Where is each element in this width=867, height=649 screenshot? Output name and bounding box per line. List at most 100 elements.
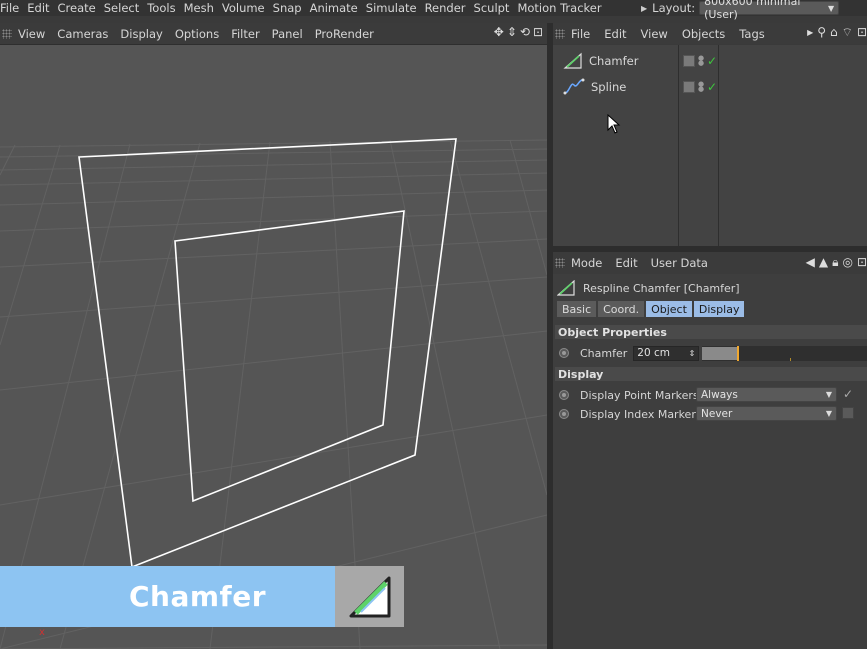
object-row-spline[interactable]: Spline — [563, 75, 626, 99]
index-markers-dropdown[interactable]: Never ▼ — [696, 406, 837, 421]
enabled-check-icon[interactable]: ✓ — [707, 80, 717, 94]
tab-coord[interactable]: Coord. — [598, 301, 645, 317]
animate-radio[interactable] — [559, 409, 569, 419]
vp-menu-filter[interactable]: Filter — [231, 27, 259, 41]
am-tabs: Basic Coord. Object Display — [557, 301, 745, 317]
chamfer-slider[interactable] — [702, 345, 867, 361]
vp-menu-display[interactable]: Display — [120, 27, 162, 41]
checkbox-box — [842, 407, 854, 419]
expand-arrow-icon[interactable]: ▶ — [807, 25, 813, 41]
index-markers-checkbox[interactable] — [842, 407, 854, 419]
menu-create[interactable]: Create — [58, 1, 104, 15]
banner-icon-box — [335, 566, 404, 627]
om-column-divider — [718, 45, 719, 246]
chevron-down-icon: ▼ — [825, 409, 832, 418]
menu-file[interactable]: File — [0, 1, 27, 15]
slider-handle[interactable] — [737, 345, 740, 361]
title-banner: Chamfer — [0, 566, 335, 627]
stepper-icon[interactable]: ⇕ — [689, 349, 696, 358]
viewport-3d[interactable] — [0, 45, 547, 649]
grip-icon[interactable] — [2, 28, 12, 39]
maximize-icon[interactable]: ⊡ — [533, 25, 543, 39]
am-object-title: Respline Chamfer [Chamfer] — [557, 278, 740, 298]
animate-radio[interactable] — [559, 390, 569, 400]
chamfer-icon — [563, 52, 582, 69]
dolly-icon[interactable]: ⇕ — [507, 25, 517, 39]
am-menu-mode[interactable]: Mode — [571, 256, 602, 270]
slider-fill — [702, 346, 738, 360]
lock-icon[interactable]: 🔒︎ — [832, 255, 838, 270]
menu-tools[interactable]: Tools — [147, 1, 183, 15]
object-flags: ● ● ✓ — [683, 49, 717, 73]
layer-icon[interactable] — [683, 55, 695, 67]
vp-menu-view[interactable]: View — [18, 27, 45, 41]
vp-menu-prorender[interactable]: ProRender — [315, 27, 374, 41]
vp-menu-options[interactable]: Options — [175, 27, 219, 41]
menu-simulate[interactable]: Simulate — [366, 1, 425, 15]
point-markers-row: Display Point Markers — [559, 386, 699, 404]
om-column-divider — [678, 45, 679, 246]
slider-tick — [790, 357, 792, 361]
layer-icon[interactable] — [683, 81, 695, 93]
index-markers-value: Never — [701, 407, 733, 420]
search-icon[interactable]: ⚲ — [817, 25, 826, 41]
chamfer-icon — [349, 576, 390, 617]
menu-sculpt[interactable]: Sculpt — [474, 1, 518, 15]
rotate-icon[interactable]: ⟲ — [520, 25, 530, 39]
outer-spline-frame — [78, 138, 457, 569]
object-name: Spline — [591, 80, 627, 94]
om-menu-view[interactable]: View — [641, 27, 668, 41]
visibility-dots-icon[interactable]: ● ● — [698, 55, 704, 67]
animate-radio[interactable] — [559, 348, 569, 358]
chamfer-value-field[interactable]: 20 cm ⇕ — [633, 345, 700, 361]
menu-motion-tracker[interactable]: Motion Tracker — [517, 1, 609, 15]
menu-animate[interactable]: Animate — [310, 1, 366, 15]
menu-snap[interactable]: Snap — [273, 1, 310, 15]
checkmark-icon: ✓ — [842, 387, 854, 401]
grip-icon[interactable] — [555, 28, 565, 39]
om-toolbar-icons: ▶ ⚲ ⌂ ⌔ ⊡ — [807, 25, 867, 41]
menu-volume[interactable]: Volume — [222, 1, 273, 15]
layout-area: ▶ Layout: 800x600 minimal (User) ▼ — [641, 0, 840, 21]
am-menu-edit[interactable]: Edit — [615, 256, 637, 270]
point-markers-checkbox[interactable]: ✓ — [842, 387, 854, 401]
attribute-manager-toolbar: Mode Edit User Data ◀ ▲ 🔒︎ ◎ ⊡ — [553, 252, 867, 274]
visibility-dots-icon[interactable]: ● ● — [698, 81, 704, 93]
chamfer-icon — [557, 280, 575, 296]
new-window-icon[interactable]: ⊡ — [857, 255, 867, 270]
up-arrow-icon[interactable]: ▲ — [819, 255, 828, 270]
object-row-chamfer[interactable]: Chamfer — [563, 49, 638, 73]
om-menu-objects[interactable]: Objects — [682, 27, 725, 41]
tab-display[interactable]: Display — [693, 301, 745, 317]
object-name: Chamfer — [589, 54, 639, 68]
chamfer-label: Chamfer — [580, 346, 628, 360]
om-menu-file[interactable]: File — [571, 27, 590, 41]
enabled-check-icon[interactable]: ✓ — [707, 54, 717, 68]
section-display[interactable]: Display — [555, 367, 867, 381]
move-icon[interactable]: ✥ — [494, 25, 504, 39]
menu-mesh[interactable]: Mesh — [184, 1, 222, 15]
tab-object[interactable]: Object — [646, 301, 692, 317]
index-markers-row: Display Index Markers — [559, 405, 702, 423]
menu-edit[interactable]: Edit — [27, 1, 57, 15]
expand-arrow-icon[interactable]: ▶ — [641, 4, 647, 13]
am-menu-user-data[interactable]: User Data — [651, 256, 708, 270]
section-object-properties[interactable]: Object Properties — [555, 325, 867, 339]
om-menu-edit[interactable]: Edit — [604, 27, 626, 41]
om-menu-tags[interactable]: Tags — [739, 27, 764, 41]
target-icon[interactable]: ◎ — [842, 255, 852, 270]
point-markers-dropdown[interactable]: Always ▼ — [696, 387, 837, 402]
axis-x-label: x — [39, 627, 45, 638]
layout-select[interactable]: 800x600 minimal (User) ▼ — [699, 0, 840, 21]
menu-select[interactable]: Select — [104, 1, 147, 15]
grip-icon[interactable] — [555, 258, 565, 268]
tab-basic[interactable]: Basic — [557, 301, 597, 317]
vp-menu-cameras[interactable]: Cameras — [57, 27, 108, 41]
new-window-icon[interactable]: ⊡ — [857, 25, 867, 41]
point-markers-value: Always — [701, 388, 738, 401]
menu-render[interactable]: Render — [425, 1, 474, 15]
home-icon[interactable]: ⌂ — [830, 25, 838, 41]
link-icon[interactable]: ⌔ — [842, 25, 853, 41]
back-arrow-icon[interactable]: ◀ — [806, 255, 815, 270]
vp-menu-panel[interactable]: Panel — [272, 27, 303, 41]
